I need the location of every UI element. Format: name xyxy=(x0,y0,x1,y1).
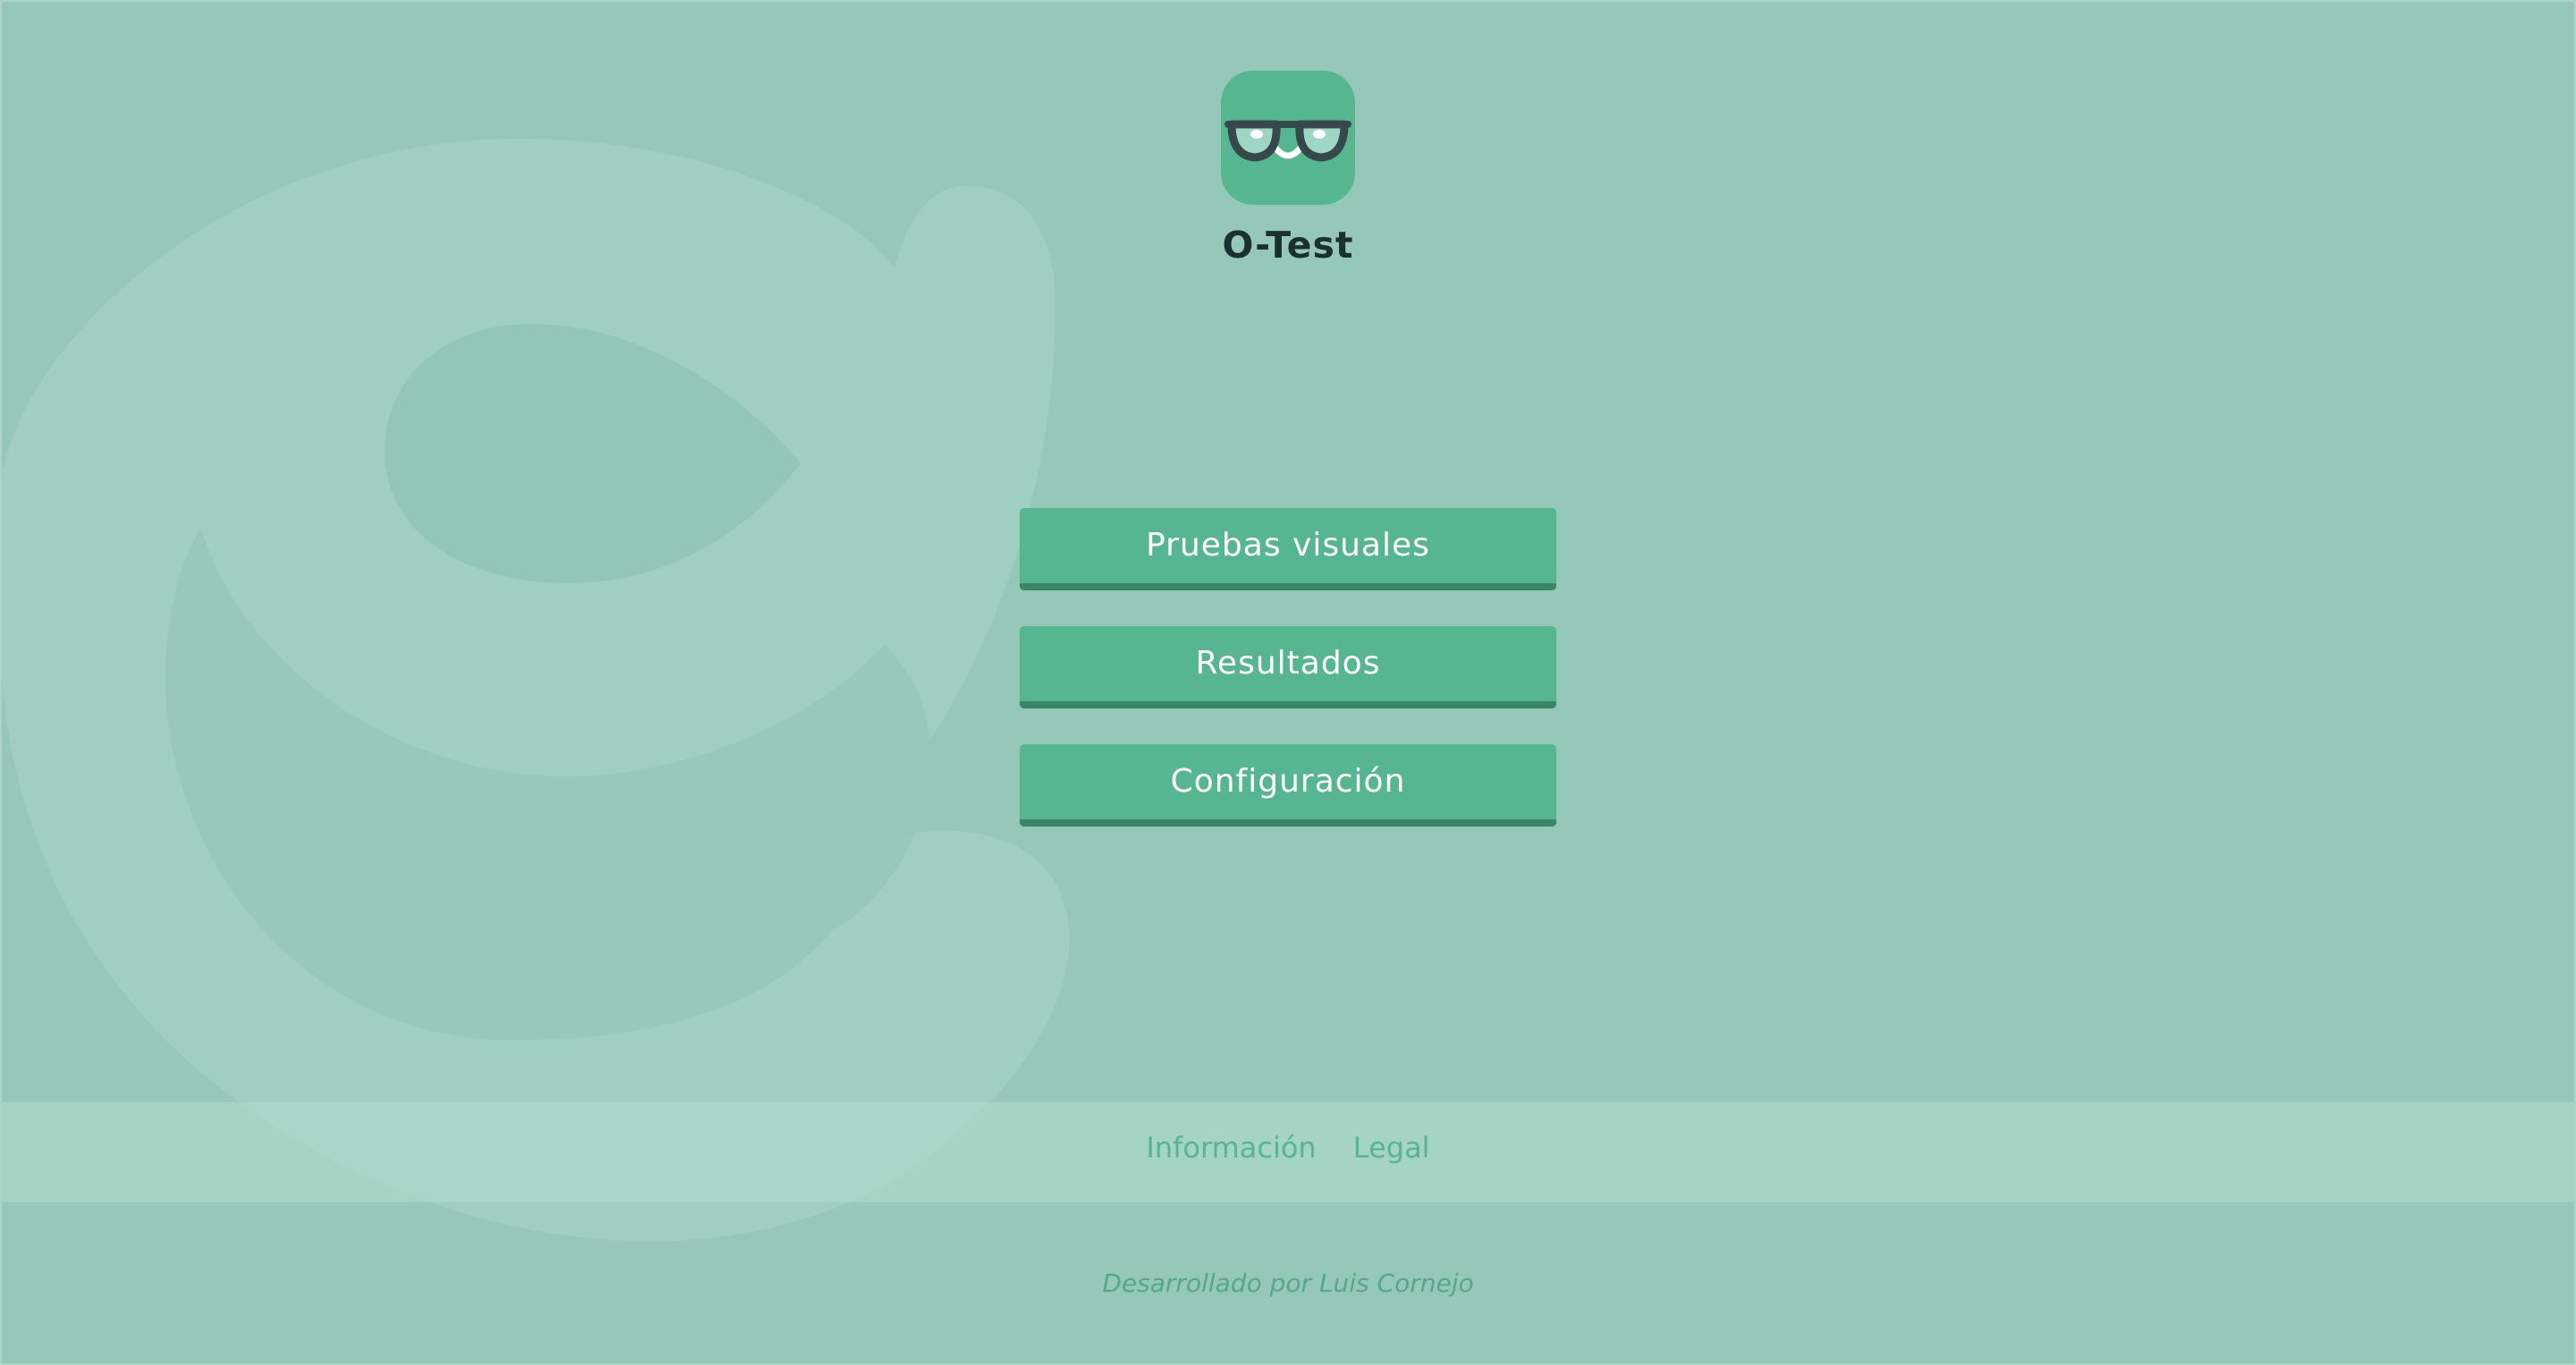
app-logo xyxy=(1221,71,1355,205)
visual-tests-button[interactable]: Pruebas visuales xyxy=(1020,508,1556,590)
glasses-smile-icon xyxy=(1224,120,1352,162)
main-menu: Pruebas visuales Resultados Configuració… xyxy=(1020,508,1556,862)
footer-links: Información Legal xyxy=(0,1131,2576,1165)
info-link[interactable]: Información xyxy=(1146,1131,1316,1165)
legal-link[interactable]: Legal xyxy=(1353,1131,1430,1165)
developer-credits: Desarrollado por Luis Cornejo xyxy=(1102,1268,1474,1298)
results-button[interactable]: Resultados xyxy=(1020,626,1556,708)
app-title: O-Test xyxy=(1222,224,1354,267)
settings-button[interactable]: Configuración xyxy=(1020,744,1556,827)
